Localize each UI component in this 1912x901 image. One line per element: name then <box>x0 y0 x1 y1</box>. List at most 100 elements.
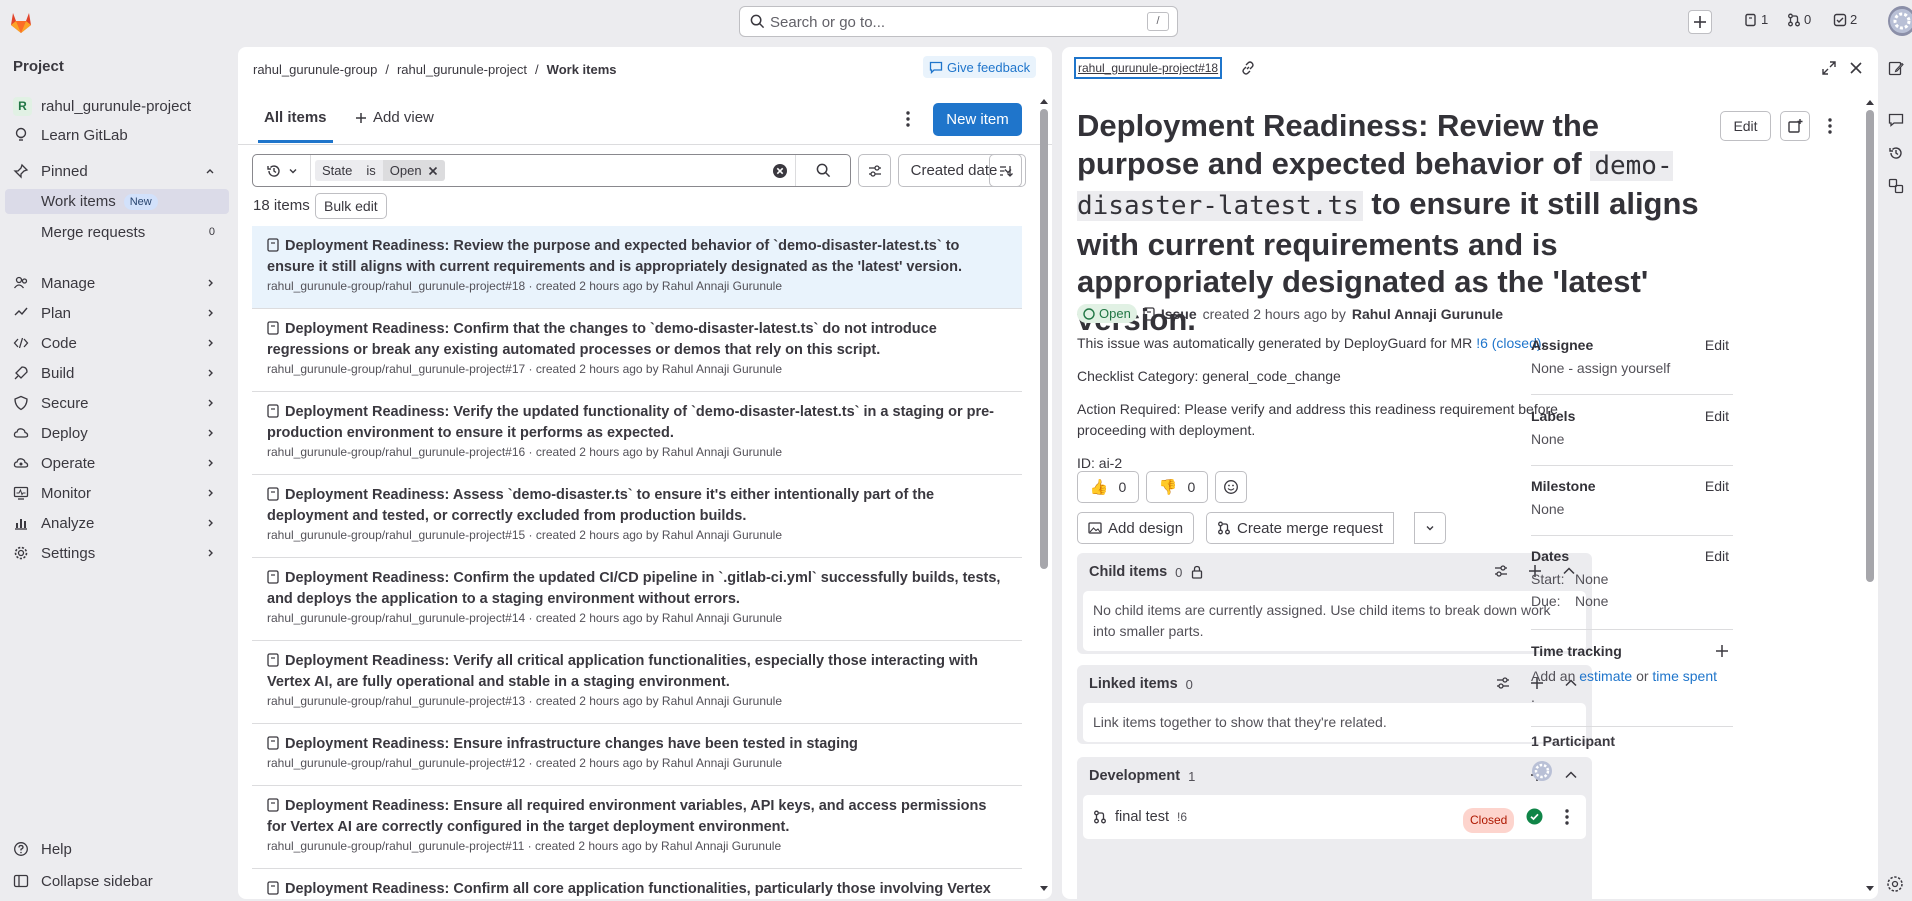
sidebar-item-secure[interactable]: Secure <box>5 390 229 416</box>
scroll-down-arrow-icon[interactable] <box>1865 885 1875 893</box>
edit-title-button[interactable]: Edit <box>1720 111 1771 141</box>
list-item[interactable]: Deployment Readiness: Verify the updated… <box>252 392 1022 475</box>
maximize-icon[interactable] <box>1821 60 1837 76</box>
sidebar-item-work-items[interactable]: Work items New <box>5 189 229 214</box>
add-reaction-button[interactable] <box>1215 471 1247 503</box>
list-item[interactable]: Deployment Readiness: Confirm the update… <box>252 558 1022 641</box>
copy-link-icon[interactable] <box>1240 60 1256 76</box>
dev-item-title[interactable]: final test <box>1115 807 1169 828</box>
sidebar-item-manage[interactable]: Manage <box>5 270 229 296</box>
sidebar-item-settings[interactable]: Settings <box>5 540 229 566</box>
assignee-edit-button[interactable]: Edit <box>1705 337 1729 353</box>
list-item[interactable]: Deployment Readiness: Assess `demo-disas… <box>252 475 1022 558</box>
list-item-title[interactable]: Deployment Readiness: Confirm all core a… <box>285 881 991 897</box>
list-item-title[interactable]: Deployment Readiness: Verify the updated… <box>267 404 994 441</box>
list-scrollbar[interactable] <box>1040 109 1048 569</box>
create-mr-options-button[interactable] <box>1414 512 1446 544</box>
list-item-title[interactable]: Deployment Readiness: Confirm the update… <box>267 570 1000 607</box>
sidebar-item-deploy[interactable]: Deploy <box>5 420 229 446</box>
scroll-up-arrow-icon[interactable] <box>1039 97 1049 105</box>
list-more-actions-icon[interactable] <box>905 110 911 128</box>
preferences-icon[interactable] <box>1493 563 1509 579</box>
author-link[interactable]: Rahul Annaji Gurunule <box>1352 306 1503 322</box>
sidebar-item-pinned[interactable]: Pinned <box>5 158 229 184</box>
list-item-title[interactable]: Deployment Readiness: Verify all critica… <box>267 653 978 690</box>
breadcrumb-project[interactable]: rahul_gurunule-project <box>397 62 527 77</box>
breadcrumb-current[interactable]: Work items <box>547 62 617 77</box>
time-spent-link[interactable]: time spent <box>1652 668 1717 684</box>
work-item-reference-link[interactable]: rahul_gurunule-project#18 <box>1074 57 1223 79</box>
thumbs-down-button[interactable]: 👎 0 <box>1146 471 1208 503</box>
bulk-edit-button[interactable]: Bulk edit <box>315 193 387 219</box>
detail-more-actions-icon[interactable] <box>1827 117 1833 135</box>
sidebar-item-build[interactable]: Build <box>5 360 229 386</box>
labels-edit-button[interactable]: Edit <box>1705 408 1729 424</box>
sidebar-item-operate[interactable]: Operate <box>5 450 229 476</box>
sidebar-item-learn[interactable]: Learn GitLab <box>5 122 229 148</box>
tab-all-items[interactable]: All items <box>258 109 333 143</box>
clear-filter-icon[interactable] <box>772 163 788 179</box>
list-item[interactable]: Deployment Readiness: Review the purpose… <box>252 226 1022 309</box>
sidebar-help[interactable]: Help <box>5 836 229 862</box>
detail-scrollbar[interactable] <box>1866 110 1874 582</box>
add-time-icon[interactable] <box>1715 644 1729 658</box>
todos-button[interactable]: 2 <box>1833 12 1857 27</box>
list-item-title[interactable]: Deployment Readiness: Ensure all require… <box>267 798 986 835</box>
development-item[interactable]: final test !6 Closed <box>1083 795 1586 839</box>
edit-note-icon[interactable] <box>1888 60 1904 76</box>
gitlab-logo-icon[interactable] <box>7 8 35 36</box>
sidebar-item-code[interactable]: Code <box>5 330 229 356</box>
display-options-button[interactable] <box>858 154 891 187</box>
scroll-up-arrow-icon[interactable] <box>1865 98 1875 106</box>
chevron-up-icon[interactable] <box>1563 767 1579 783</box>
thumbs-up-button[interactable]: 👍 0 <box>1077 471 1139 503</box>
assigned-issues-button[interactable]: 1 <box>1744 12 1768 27</box>
list-item-title[interactable]: Deployment Readiness: Review the purpose… <box>267 238 962 275</box>
dates-edit-button[interactable]: Edit <box>1705 548 1729 564</box>
list-item[interactable]: Deployment Readiness: Confirm that the c… <box>252 309 1022 392</box>
remove-token-icon[interactable] <box>428 166 438 176</box>
filter-search-button[interactable] <box>795 155 851 186</box>
estimate-link[interactable]: estimate <box>1579 668 1632 684</box>
give-feedback-button[interactable]: Give feedback <box>923 56 1037 78</box>
list-item[interactable]: Deployment Readiness: Ensure infrastruct… <box>252 724 1022 786</box>
list-item-title[interactable]: Deployment Readiness: Confirm that the c… <box>267 321 937 358</box>
participant-avatar[interactable] <box>1531 760 1553 782</box>
list-item-title[interactable]: Deployment Readiness: Assess `demo-disas… <box>267 487 934 524</box>
comments-icon[interactable] <box>1888 112 1904 128</box>
linked-items-icon[interactable] <box>1888 178 1904 194</box>
create-new-button[interactable] <box>1688 10 1712 34</box>
dev-item-more-icon[interactable] <box>1564 808 1570 826</box>
scroll-down-arrow-icon[interactable] <box>1039 885 1049 893</box>
list-item[interactable]: Deployment Readiness: Confirm all core a… <box>252 869 1022 899</box>
filter-bar[interactable]: State is Open <box>252 154 851 187</box>
merge-requests-button[interactable]: 0 <box>1787 12 1811 27</box>
sidebar-item-analyze[interactable]: Analyze <box>5 510 229 536</box>
preferences-icon[interactable] <box>1495 675 1511 691</box>
create-merge-request-button[interactable]: Create merge request <box>1206 512 1394 544</box>
filter-token-state[interactable]: State is Open <box>315 160 445 182</box>
list-item[interactable]: Deployment Readiness: Verify all critica… <box>252 641 1022 724</box>
list-item-title[interactable]: Deployment Readiness: Ensure infrastruct… <box>285 736 858 752</box>
recent-searches-button[interactable] <box>253 155 311 186</box>
sort-direction-button[interactable] <box>989 154 1022 187</box>
list-item[interactable]: Deployment Readiness: Ensure all require… <box>252 786 1022 869</box>
new-related-item-button[interactable] <box>1780 111 1810 141</box>
add-design-button[interactable]: Add design <box>1077 512 1195 544</box>
global-search-input[interactable]: Search or go to... / <box>739 6 1178 37</box>
user-avatar[interactable] <box>1888 6 1912 36</box>
sidebar-item-monitor[interactable]: Monitor <box>5 480 229 506</box>
pipeline-passed-icon[interactable] <box>1526 808 1543 825</box>
sidebar-item-plan[interactable]: Plan <box>5 300 229 326</box>
sidebar-item-project[interactable]: R rahul_gurunule-project <box>5 93 229 119</box>
assignee-value[interactable]: None - assign yourself <box>1531 360 1733 376</box>
close-icon[interactable] <box>1848 60 1864 76</box>
breadcrumb-group[interactable]: rahul_gurunule-group <box>253 62 377 77</box>
add-view-button[interactable]: Add view <box>355 109 434 126</box>
sidebar-item-merge-requests[interactable]: Merge requests 0 <box>5 219 229 245</box>
new-item-button[interactable]: New item <box>933 103 1022 136</box>
collapse-sidebar-button[interactable]: Collapse sidebar <box>5 868 229 894</box>
resize-handle-icon[interactable] <box>1886 875 1904 893</box>
milestone-edit-button[interactable]: Edit <box>1705 478 1729 494</box>
history-icon[interactable] <box>1888 145 1904 161</box>
